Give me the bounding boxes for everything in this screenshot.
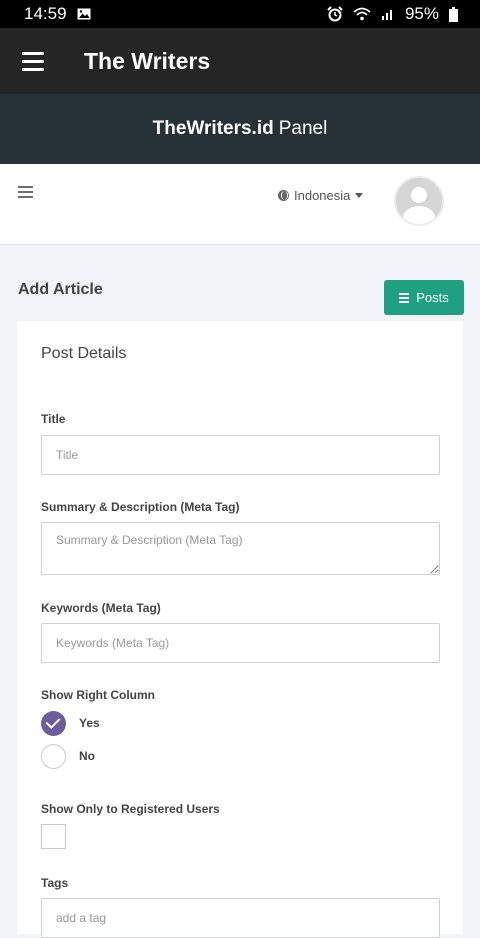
title-label: Title xyxy=(41,412,66,426)
radio-no[interactable] xyxy=(41,744,66,769)
keywords-input[interactable] xyxy=(41,623,440,663)
posts-button-label: Posts xyxy=(416,290,449,305)
alarm-icon xyxy=(327,6,343,22)
app-bar: The Writers xyxy=(0,28,480,94)
language-selector[interactable]: Indonesia xyxy=(278,188,364,203)
radio-yes[interactable] xyxy=(41,711,66,736)
panel-header: TheWriters.id Panel xyxy=(0,94,480,164)
user-avatar[interactable] xyxy=(394,176,444,226)
battery-icon xyxy=(449,6,458,22)
battery-level: 95% xyxy=(404,4,439,23)
keywords-label: Keywords (Meta Tag) xyxy=(41,601,161,615)
page-title: Add Article xyxy=(18,281,103,298)
title-input[interactable] xyxy=(41,435,440,475)
list-icon xyxy=(399,292,410,303)
status-bar: 14:59 95% xyxy=(0,0,480,28)
tags-input[interactable] xyxy=(41,898,440,938)
tags-label: Tags xyxy=(41,876,69,890)
panel-label: Panel xyxy=(278,118,328,139)
app-title: The Writers xyxy=(84,47,211,74)
status-time: 14:59 xyxy=(24,4,67,23)
summary-label: Summary & Description (Meta Tag) xyxy=(41,500,240,514)
radio-yes-label: Yes xyxy=(79,716,100,730)
signal-icon xyxy=(381,10,392,20)
section-title: Post Details xyxy=(41,345,127,362)
posts-button[interactable]: Posts xyxy=(384,280,464,315)
globe-icon xyxy=(278,190,289,201)
summary-textarea[interactable] xyxy=(41,522,440,575)
caret-down-icon xyxy=(355,193,364,198)
image-notification-icon xyxy=(77,8,91,20)
wifi-icon xyxy=(353,7,371,21)
right-column-label: Show Right Column xyxy=(41,688,155,702)
registered-users-checkbox[interactable] xyxy=(41,824,66,849)
post-details-card: Post Details Title Summary & Description… xyxy=(17,321,463,938)
menu-icon[interactable] xyxy=(22,51,44,71)
sidebar-toggle-icon[interactable] xyxy=(18,186,33,198)
language-label: Indonesia xyxy=(294,188,351,203)
registered-users-label: Show Only to Registered Users xyxy=(41,802,220,816)
panel-brand: TheWriters.id xyxy=(152,118,274,139)
radio-no-label: No xyxy=(79,749,95,763)
